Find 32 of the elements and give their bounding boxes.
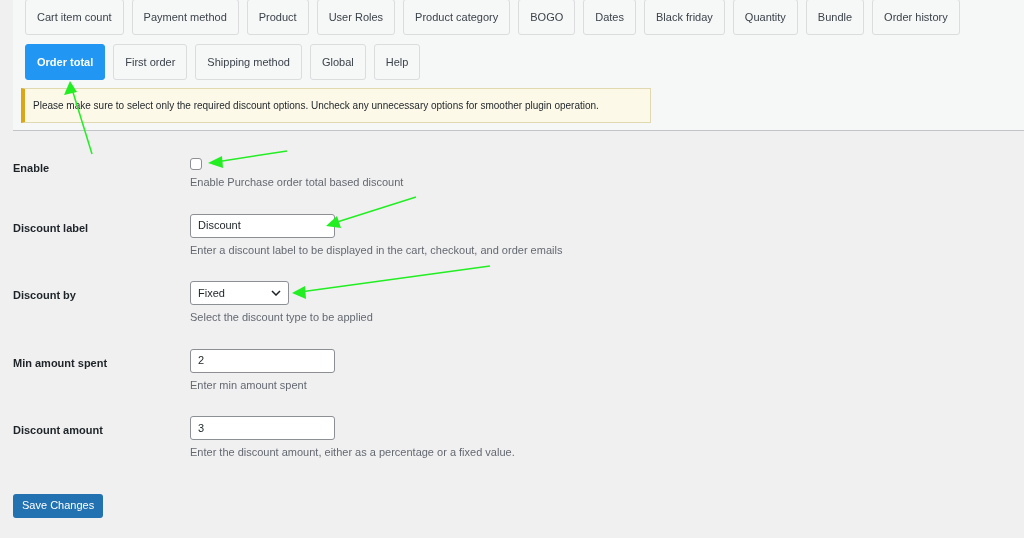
tab[interactable]: First order [113, 44, 188, 80]
checkbox[interactable] [190, 158, 202, 170]
tab[interactable]: Payment method [131, 0, 239, 35]
text-field[interactable]: Discount [190, 213, 335, 238]
field-label: Discount by [13, 288, 77, 303]
field-description: Enter a discount label to be displayed in the cart, checkout, and order emails [190, 242, 563, 258]
select-dropdown[interactable]: Fixed [190, 281, 289, 305]
text-field[interactable]: 2 [190, 348, 335, 373]
tab[interactable]: Help [373, 44, 421, 80]
tab[interactable]: Global [309, 44, 366, 80]
save-button[interactable]: Save Changes [13, 493, 104, 518]
tab[interactable]: Order history [872, 0, 960, 35]
tab[interactable]: Black friday [644, 0, 725, 35]
tab[interactable]: Dates [583, 0, 636, 35]
tab[interactable]: Product category [403, 0, 511, 35]
field-label: Discount label [13, 220, 90, 236]
field-description: Enter the discount amount, either as a percentage or a fixed value. [190, 445, 515, 460]
tab[interactable]: Quantity [732, 0, 798, 35]
tab[interactable]: Cart item count [25, 0, 124, 35]
field-label: Enable [13, 161, 51, 176]
field-label: Discount amount [13, 423, 104, 438]
text-field[interactable]: 3 [190, 416, 335, 440]
tab[interactable]: Product [246, 0, 309, 35]
tab[interactable]: Shipping method [195, 44, 302, 80]
field-label: Min amount spent [13, 355, 109, 371]
tab[interactable]: Bundle [805, 0, 865, 35]
tab[interactable]: User Roles [316, 0, 396, 35]
field-description: Enter min amount spent [190, 377, 307, 393]
field-description: Select the discount type to be applied [190, 310, 373, 325]
caret-icon [271, 290, 281, 296]
tab[interactable]: BOGO [518, 0, 576, 35]
field-description: Enable Purchase order total based discount [190, 175, 404, 190]
